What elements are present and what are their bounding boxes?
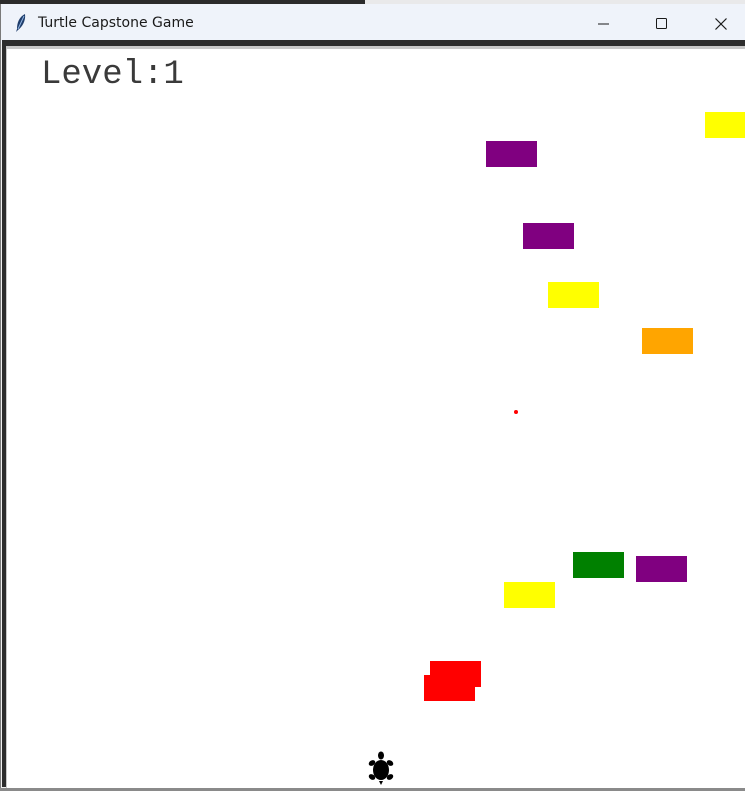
title-bar[interactable]: Turtle Capstone Game bbox=[1, 4, 745, 44]
brick-purple bbox=[486, 141, 537, 167]
window-title: Turtle Capstone Game bbox=[38, 15, 194, 31]
brick-red bbox=[424, 675, 475, 701]
brick-yellow bbox=[504, 582, 555, 608]
brick-orange bbox=[642, 328, 693, 354]
close-icon bbox=[715, 18, 727, 30]
minimize-button[interactable] bbox=[581, 4, 627, 44]
brick-yellow bbox=[548, 282, 599, 308]
level-label: Level:1 bbox=[41, 56, 184, 94]
maximize-icon bbox=[656, 18, 667, 29]
brick-purple bbox=[523, 223, 574, 249]
brick-purple bbox=[636, 556, 687, 582]
ball bbox=[514, 410, 518, 414]
close-button[interactable] bbox=[698, 4, 744, 44]
minimize-icon bbox=[598, 23, 609, 25]
game-canvas[interactable]: Level:1 bbox=[6, 46, 745, 788]
brick-yellow bbox=[705, 112, 745, 138]
brick-green bbox=[573, 552, 624, 578]
feather-icon bbox=[16, 14, 26, 32]
maximize-button[interactable] bbox=[639, 4, 685, 44]
turtle-icon bbox=[368, 751, 394, 785]
